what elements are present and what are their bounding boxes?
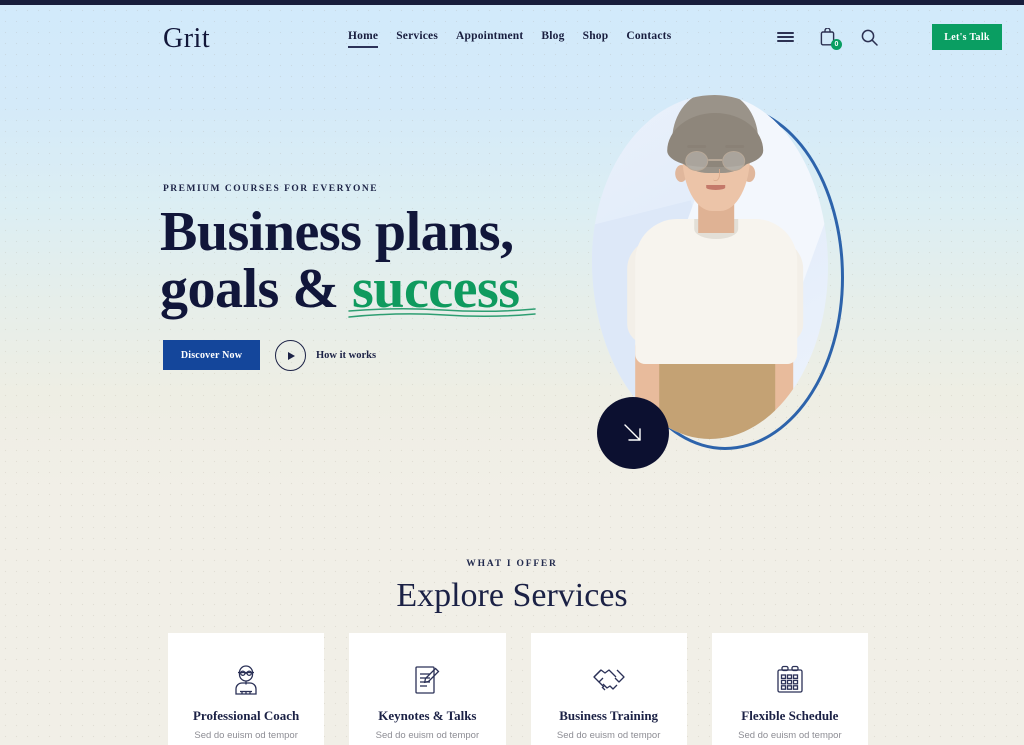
coach-portrait-photo: [609, 95, 819, 439]
cart-count-badge: 0: [831, 39, 842, 50]
hero-visual: [580, 83, 870, 483]
service-card-title: Business Training: [559, 708, 659, 723]
hero-headline-line1: Business plans,: [160, 201, 514, 263]
how-it-works-label: How it works: [316, 350, 377, 361]
main-navigation: Home Services Appointment Blog Shop Cont…: [348, 30, 671, 48]
service-card-keynotes-talks[interactable]: Keynotes & Talks Sed do euism od tempor: [349, 633, 506, 745]
hero-eyebrow: PREMIUM COURSES FOR EVERYONE: [163, 184, 379, 194]
hero-headline: Business plans, goals & success: [160, 204, 590, 318]
offer-title: Explore Services: [396, 577, 628, 614]
services-card-grid: Professional Coach Sed do euism od tempo…: [168, 633, 868, 745]
hero-headline-line2-prefix: goals &: [160, 258, 352, 320]
nav-item-blog[interactable]: Blog: [541, 30, 564, 46]
service-card-title: Professional Coach: [192, 708, 300, 723]
coach-person-icon: [229, 660, 263, 700]
handshake-icon: [591, 660, 627, 700]
service-card-subtitle: Sed do euism od tempor: [556, 730, 661, 741]
service-card-flexible-schedule[interactable]: Flexible Schedule Sed do euism od tempor: [711, 633, 868, 745]
site-header: Grit Home Services Appointment Blog Shop…: [0, 5, 1024, 67]
top-accent-bar: [0, 0, 1024, 5]
header-icon-group: 0: [775, 27, 879, 50]
nav-item-appointment[interactable]: Appointment: [456, 30, 523, 46]
service-card-subtitle: Sed do euism od tempor: [375, 730, 480, 741]
shopping-bag-icon[interactable]: 0: [817, 27, 842, 50]
service-card-professional-coach[interactable]: Professional Coach Sed do euism od tempo…: [168, 633, 325, 745]
play-icon[interactable]: [275, 340, 306, 371]
nav-item-shop[interactable]: Shop: [583, 30, 609, 46]
service-card-subtitle: Sed do euism od tempor: [738, 730, 842, 741]
hamburger-menu-icon[interactable]: [775, 27, 795, 47]
discover-now-button[interactable]: Discover Now: [163, 340, 260, 370]
hero-headline-accent: success: [352, 258, 520, 320]
service-card-subtitle: Sed do euism od tempor: [194, 730, 298, 741]
nav-item-services[interactable]: Services: [396, 30, 438, 46]
lets-talk-button[interactable]: Let's Talk: [932, 24, 1002, 50]
how-it-works-group[interactable]: How it works: [275, 340, 376, 371]
service-card-business-training[interactable]: Business Training Sed do euism od tempor: [530, 633, 687, 745]
service-card-title: Keynotes & Talks: [378, 708, 477, 723]
arrow-down-right-icon[interactable]: [597, 397, 669, 469]
search-icon[interactable]: [859, 27, 879, 47]
document-pen-icon: [410, 660, 444, 700]
nav-item-home[interactable]: Home: [348, 30, 379, 48]
hero-portrait-frame: [592, 95, 828, 439]
brand-logo[interactable]: Grit: [163, 23, 210, 55]
page-canvas: Grit Home Services Appointment Blog Shop…: [0, 5, 1024, 745]
service-card-title: Flexible Schedule: [741, 708, 839, 723]
nav-item-contacts[interactable]: Contacts: [626, 30, 671, 46]
offer-eyebrow: WHAT I OFFER: [466, 559, 558, 569]
calendar-icon: [773, 660, 807, 700]
